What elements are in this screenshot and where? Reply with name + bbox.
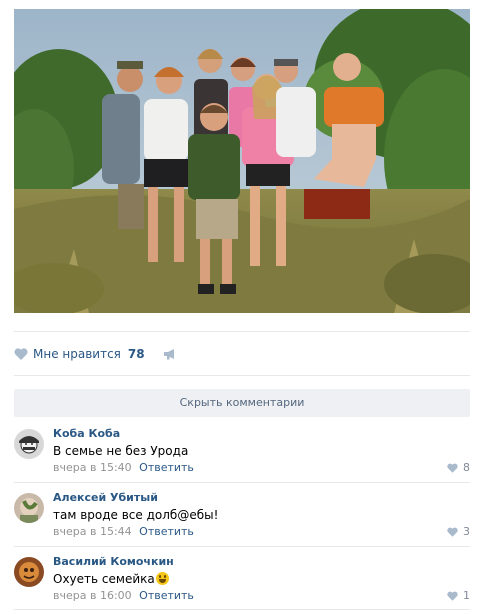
heart-icon <box>447 527 458 537</box>
comment-author[interactable]: Коба Коба <box>53 427 120 440</box>
comment-meta: вчера в 16:00 Ответить <box>53 589 194 602</box>
post-photo[interactable] <box>14 9 470 313</box>
comment-author[interactable]: Василий Комочкин <box>53 555 174 568</box>
post-actions: Мне нравится 78 <box>14 344 177 364</box>
avatar-image <box>14 493 44 523</box>
comment-like-count: 8 <box>463 461 470 474</box>
separator <box>14 331 470 332</box>
comment-text: Охуеть семейка <box>53 572 155 586</box>
comment: Коба Коба В семье не без Урода вчера в 1… <box>14 427 470 487</box>
comment-like-button[interactable]: 1 <box>447 589 470 602</box>
like-button[interactable]: Мне нравится 78 <box>14 347 145 361</box>
comment-like-count: 3 <box>463 525 470 538</box>
heart-icon <box>447 463 458 473</box>
avatar[interactable] <box>14 493 44 523</box>
reply-button[interactable]: Ответить <box>139 525 194 538</box>
separator <box>14 375 470 376</box>
emoji-laugh-icon <box>155 572 169 585</box>
comment-meta: вчера в 15:40 Ответить <box>53 461 194 474</box>
comment-time[interactable]: вчера в 15:40 <box>53 461 132 474</box>
like-count: 78 <box>127 347 145 361</box>
comment-time[interactable]: вчера в 16:00 <box>53 589 132 602</box>
avatar[interactable] <box>14 557 44 587</box>
comment-text: там вроде все долб@ебы! <box>53 508 219 522</box>
like-label: Мне нравится <box>33 347 121 361</box>
comment-time[interactable]: вчера в 15:44 <box>53 525 132 538</box>
avatar-image <box>14 429 44 459</box>
share-button[interactable] <box>163 348 177 360</box>
avatar[interactable] <box>14 429 44 459</box>
comment-text-wrapper: Охуеть семейка <box>53 572 169 586</box>
comment-like-button[interactable]: 3 <box>447 525 470 538</box>
family-photo-illustration <box>14 9 470 313</box>
megaphone-icon <box>163 349 174 360</box>
reply-button[interactable]: Ответить <box>139 461 194 474</box>
avatar-image <box>14 557 44 587</box>
comment-like-button[interactable]: 8 <box>447 461 470 474</box>
separator <box>14 482 470 483</box>
hide-comments-button[interactable]: Скрыть комментарии <box>14 389 470 417</box>
separator <box>14 546 470 547</box>
comment-like-count: 1 <box>463 589 470 602</box>
comment: Алексей Убитый там вроде все долб@ебы! в… <box>14 491 470 551</box>
comment-author[interactable]: Алексей Убитый <box>53 491 158 504</box>
reply-button[interactable]: Ответить <box>139 589 194 602</box>
comment: Василий Комочкин Охуеть семейка вчера в … <box>14 555 470 615</box>
comment-meta: вчера в 15:44 Ответить <box>53 525 194 538</box>
heart-icon <box>14 348 28 360</box>
comment-text: В семье не без Урода <box>53 444 189 458</box>
heart-icon <box>447 591 458 601</box>
